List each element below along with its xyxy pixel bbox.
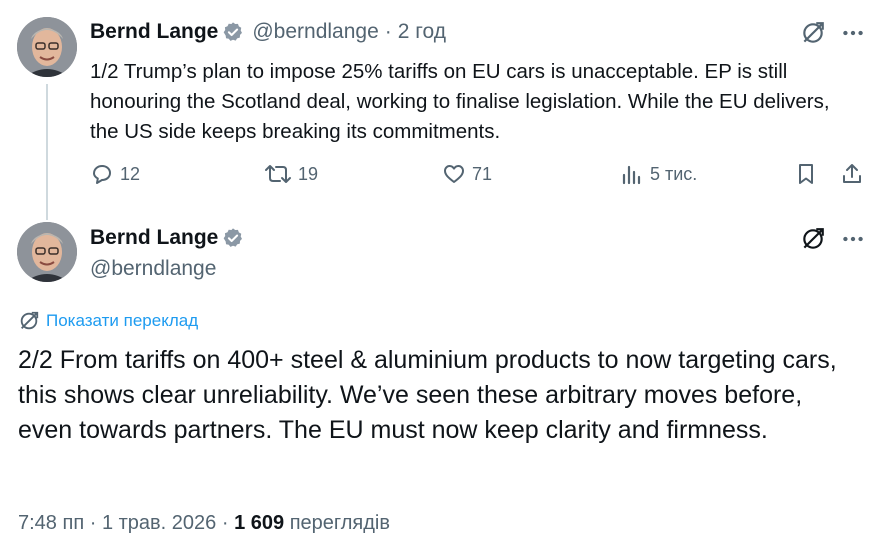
translate-globe-icon <box>803 228 824 249</box>
reply-bubble-icon <box>93 165 111 184</box>
tweet-meta: 7:48 пп · 1 трав. 2026 · 1 609 перегляді… <box>18 512 390 535</box>
tweet-date[interactable]: 1 трав. 2026 <box>102 512 216 534</box>
like-count: 71 <box>472 163 493 184</box>
retweet-count: 19 <box>298 163 319 184</box>
verified-badge-icon <box>224 22 243 41</box>
tweet2-header: Bernd Lange <box>90 226 244 250</box>
share-upload-icon <box>843 164 861 183</box>
more-dots-icon <box>843 30 863 36</box>
show-translation-link[interactable]: Показати переклад <box>18 310 198 332</box>
show-translation-label[interactable]: Показати переклад <box>46 311 198 331</box>
author-name[interactable]: Bernd Lange <box>90 226 218 250</box>
views-button[interactable]: 5 тис. <box>620 162 697 186</box>
translate-toggle-button[interactable] <box>800 226 826 257</box>
like-button[interactable]: 71 <box>442 162 492 186</box>
reply-count: 12 <box>120 163 141 184</box>
translate-globe-icon <box>803 22 824 43</box>
retweet-button[interactable]: 19 <box>264 162 318 186</box>
reply-button[interactable]: 12 <box>90 162 140 186</box>
share-button[interactable] <box>840 162 864 186</box>
avatar[interactable] <box>17 17 77 77</box>
heart-icon <box>444 165 464 183</box>
author-handle[interactable]: @berndlange <box>252 20 378 44</box>
meta-separator: · <box>89 512 97 534</box>
translate-toggle-button[interactable] <box>800 20 826 51</box>
bookmark-icon <box>799 164 813 184</box>
tweet-time[interactable]: 7:48 пп <box>18 512 84 534</box>
author-handle[interactable]: @berndlange <box>90 257 216 281</box>
views-number: 1 609 <box>234 512 285 534</box>
tweet-time-ago[interactable]: 2 год <box>398 20 446 44</box>
more-options-button[interactable] <box>840 226 866 257</box>
more-options-button[interactable] <box>840 20 866 51</box>
more-dots-icon <box>843 236 863 242</box>
bookmark-button[interactable] <box>794 162 818 186</box>
meta-separator: · <box>221 512 229 534</box>
tweet1-header: Bernd Lange @berndlange · 2 год <box>90 20 446 44</box>
avatar-portrait-icon <box>17 17 77 77</box>
avatar[interactable] <box>17 222 77 282</box>
verified-badge-icon <box>224 228 243 247</box>
analytics-bars-icon <box>622 165 641 185</box>
translate-globe-icon <box>20 311 39 330</box>
views-label: переглядів <box>289 512 390 534</box>
tweet1-text: 1/2 Trump’s plan to impose 25% tariffs o… <box>90 60 830 143</box>
author-name[interactable]: Bernd Lange <box>90 20 218 44</box>
tweet2-text: 2/2 From tariffs on 400+ steel & alumini… <box>18 346 837 444</box>
thread-connector-line <box>46 84 48 220</box>
header-separator: · <box>384 20 392 43</box>
retweet-arrows-icon <box>265 165 291 183</box>
avatar-portrait-icon <box>17 222 77 282</box>
views-count: 5 тис. <box>650 163 698 184</box>
